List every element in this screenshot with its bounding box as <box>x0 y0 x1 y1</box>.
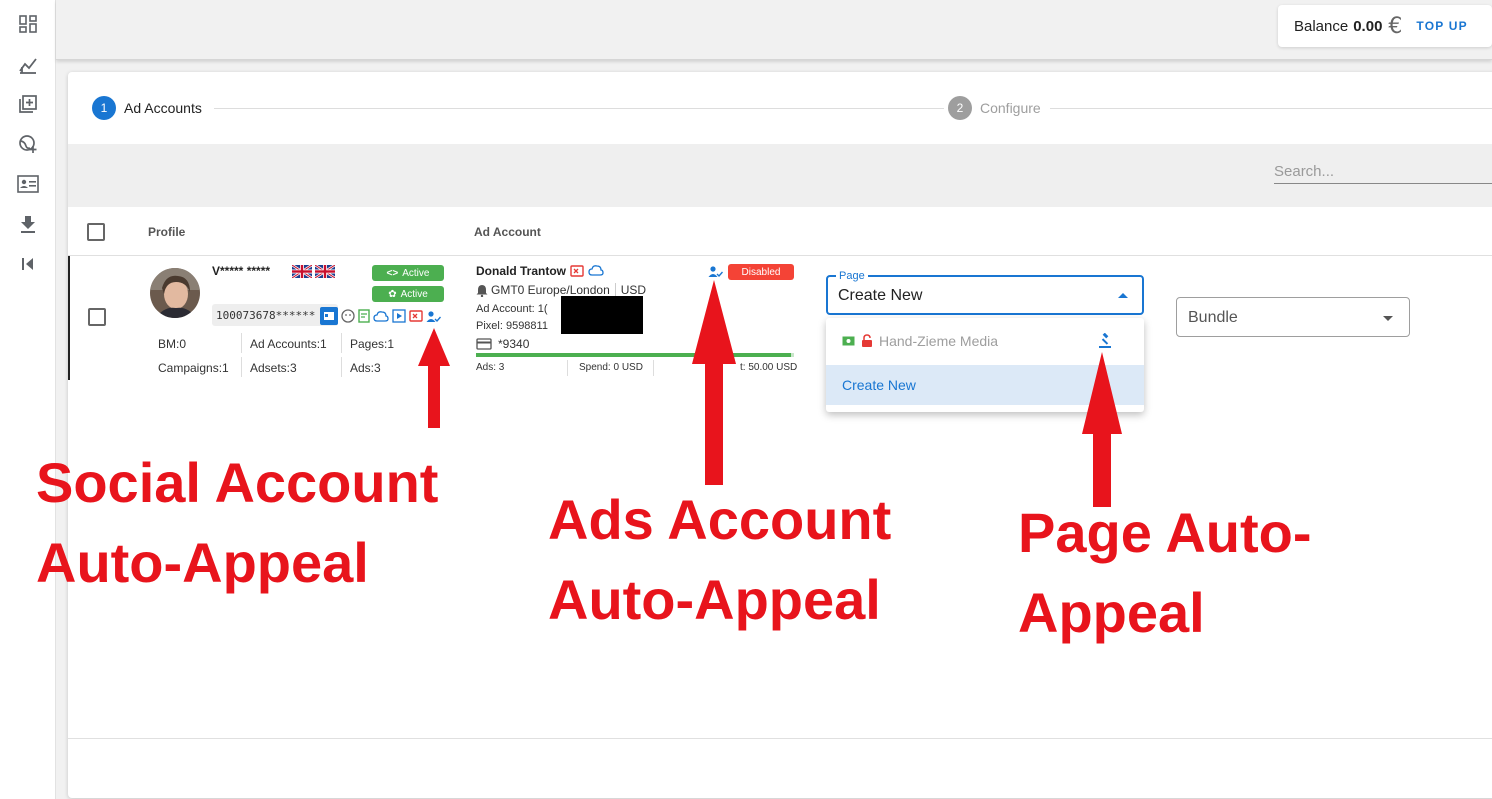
avatar <box>150 268 200 318</box>
balance-amount: 0.00 <box>1353 17 1383 35</box>
ads-count: Ads: 3 <box>476 362 505 373</box>
money-icon <box>842 336 855 346</box>
redacted-block <box>561 296 643 334</box>
ad-blocked-icon[interactable] <box>570 264 584 282</box>
gavel-icon[interactable] <box>1098 332 1114 352</box>
divider <box>341 333 342 353</box>
row-checkbox[interactable] <box>88 308 106 326</box>
ad-account-name: Donald Trantow <box>476 264 566 278</box>
uk-flag-icon <box>315 265 335 278</box>
table-toolbar <box>68 144 1492 207</box>
divider <box>653 360 654 376</box>
step-label: Ad Accounts <box>124 100 202 116</box>
page-select[interactable]: Page Create New <box>826 269 1144 315</box>
stat-campaigns: Campaigns:1 <box>158 361 229 375</box>
select-all-checkbox[interactable] <box>87 223 105 241</box>
ad-account-timezone: GMT0 Europe/London USD <box>476 283 646 297</box>
chart-icon[interactable] <box>17 54 39 76</box>
step-configure[interactable]: 2 Configure <box>948 96 1041 120</box>
status-badge: Disabled <box>728 264 794 280</box>
document-icon[interactable] <box>358 309 370 323</box>
annotation-arrow <box>692 280 736 485</box>
uk-flag-icon <box>292 265 312 278</box>
caret-up-icon <box>1118 293 1128 298</box>
id-badge-icon[interactable] <box>320 307 338 325</box>
annotation-page: Page Auto- Appeal <box>1018 501 1312 644</box>
annotation-ads-account: Ads Account Auto-Appeal <box>548 488 892 631</box>
video-icon[interactable] <box>392 309 406 323</box>
flags <box>292 265 335 278</box>
caret-down-icon <box>1383 316 1393 321</box>
stat-bm: BM:0 <box>158 337 187 351</box>
ad-account-id: Ad Account: 1( <box>476 303 548 315</box>
main-card: 1 Ad Accounts 2 Configure Profile Ad Acc… <box>68 72 1492 798</box>
top-bar: Balance 0.00 € TOP UP <box>56 0 1492 60</box>
profile-action-icons <box>320 307 441 325</box>
spend-progress-bar <box>476 353 794 357</box>
step-label: Configure <box>980 100 1041 116</box>
bundle-select-value: Bundle <box>1188 309 1238 326</box>
step-ad-accounts[interactable]: 1 Ad Accounts <box>92 96 202 120</box>
globe-add-icon[interactable] <box>17 133 39 155</box>
step-connector <box>214 108 944 109</box>
code-icon: <> <box>386 267 399 279</box>
step-connector <box>1050 108 1492 109</box>
step-number: 2 <box>948 96 972 120</box>
stat-ad-accounts: Ad Accounts:1 <box>250 337 327 351</box>
cookie-icon: ✿ <box>388 288 397 300</box>
cloud-sync-icon[interactable] <box>373 310 389 323</box>
bell-icon <box>476 284 488 297</box>
cloud-sync-icon[interactable] <box>588 264 604 282</box>
status-badge: <> Active <box>372 265 444 281</box>
balance-card: Balance 0.00 € TOP UP <box>1278 5 1492 47</box>
spend-value: Spend: 0 USD <box>579 362 643 373</box>
search-input[interactable] <box>1274 160 1492 184</box>
profile-name: V***** ***** <box>212 264 271 278</box>
top-up-button[interactable]: TOP UP <box>1416 19 1467 33</box>
stat-pages: Pages:1 <box>350 337 395 351</box>
page-select-value: Create New <box>838 287 923 304</box>
status-badge: ✿ Active <box>372 286 444 302</box>
page-select-label: Page <box>836 269 868 283</box>
annotation-arrow <box>1082 352 1122 507</box>
dashboard-icon[interactable] <box>17 13 39 35</box>
credit-card-icon <box>476 338 492 350</box>
table-row[interactable]: V***** ***** <> Active ✿ Active 10007367… <box>68 256 1492 412</box>
download-icon[interactable] <box>17 213 39 235</box>
euro-icon: € <box>1388 13 1403 39</box>
payment-card: *9340 <box>476 337 529 351</box>
spend-limit: t: 50.00 USD <box>740 362 798 373</box>
table-footer-divider <box>68 738 1492 739</box>
person-check-icon[interactable] <box>426 310 441 323</box>
column-header-profile: Profile <box>148 225 186 239</box>
add-library-icon[interactable] <box>17 93 39 115</box>
column-header-ad-account: Ad Account <box>474 225 541 239</box>
face-icon[interactable] <box>341 309 355 323</box>
pixel-id: Pixel: 9598811 <box>476 320 548 332</box>
sidebar <box>0 0 56 799</box>
step-number: 1 <box>92 96 116 120</box>
spend-progress-fill <box>476 353 791 357</box>
id-card-icon[interactable] <box>17 173 39 195</box>
stat-adsets: Adsets:3 <box>250 361 297 375</box>
annotation-arrow <box>418 328 450 428</box>
table-header: Profile Ad Account <box>68 207 1492 256</box>
first-page-icon[interactable] <box>17 253 39 275</box>
divider <box>341 357 342 377</box>
stat-ads: Ads:3 <box>350 361 381 375</box>
divider <box>241 333 242 353</box>
divider <box>567 360 568 376</box>
ad-blocked-icon[interactable] <box>409 310 423 322</box>
lock-open-icon <box>862 334 872 347</box>
bundle-select[interactable]: Bundle <box>1176 297 1410 337</box>
ad-account-icons <box>570 264 604 282</box>
annotation-social-account: Social Account Auto-Appeal <box>36 451 439 594</box>
divider <box>241 357 242 377</box>
balance-label: Balance <box>1294 17 1349 35</box>
